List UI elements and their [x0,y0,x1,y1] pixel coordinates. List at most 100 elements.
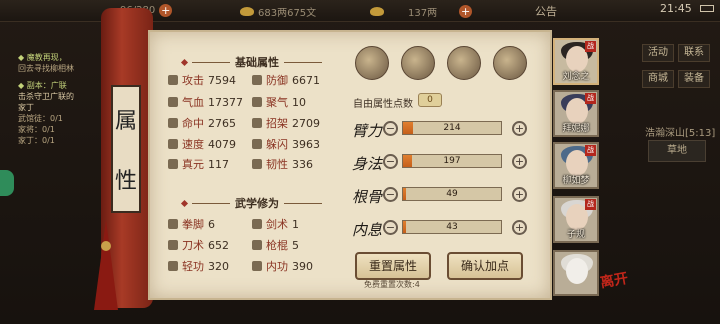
stat-row: 速度 4079 [168,136,236,152]
portrait-card[interactable]: 战 拜妮娜 [553,90,599,137]
decrease-button[interactable]: − [383,220,398,235]
true-yuan-icon [168,159,178,169]
confirm-points-button[interactable]: 确认加点 [447,252,523,280]
increase-button[interactable]: + [512,121,527,136]
body-skill-icon[interactable] [493,46,527,80]
stat-row: 聚气 10 [252,94,306,110]
battle-tag: 战 [585,145,596,156]
basic-attributes-title: 基础属性 [180,54,322,70]
map-button[interactable]: 草地 [648,140,706,162]
divider [284,202,322,204]
stat-row: 命中 2765 [168,115,236,131]
gold-icon [370,7,384,16]
ornament-icon [180,58,189,66]
add-stamina-button[interactable]: + [159,4,173,17]
stat-row: 轻功 320 [168,258,229,274]
stat-row: 防御 6671 [252,72,320,88]
yinyang-skill-icon[interactable] [447,46,481,80]
stat-row: 攻击 7594 [168,72,236,88]
stat-name: 内功 [266,260,288,273]
stat-value: 17377 [208,95,243,109]
reset-attributes-button[interactable]: 重置属性 [355,252,431,280]
activity-button[interactable]: 活动 [642,44,674,62]
resource-gold: 137两 + [370,4,473,19]
battle-tag: 战 [585,41,596,52]
attr-bar: 49 [402,187,502,201]
spear-icon [252,240,262,250]
decrease-button[interactable]: − [383,121,398,136]
scroll-skill-icon[interactable] [401,46,435,80]
stat-row: 拳脚 6 [168,216,215,232]
portrait-card[interactable] [553,250,599,296]
side-expand-tab[interactable] [0,170,14,196]
resource-money: 683两675文 [240,4,316,19]
contact-button[interactable]: 联系 [678,44,710,62]
blade-icon [168,240,178,250]
battle-tag: 战 [585,199,596,210]
shop-button[interactable]: 商城 [642,70,674,88]
divider [192,61,230,63]
divider [284,61,322,63]
decrease-button[interactable]: − [383,187,398,202]
stat-name: 躲闪 [266,138,288,151]
portrait-card[interactable]: 战 柳如梦 [553,142,599,189]
defense-icon [252,75,262,85]
fist-icon [168,219,178,229]
section-title-text: 基础属性 [235,56,279,69]
stat-name: 气血 [182,96,204,109]
attack-icon [168,75,178,85]
stat-name: 聚气 [266,96,288,109]
character-skill-icon[interactable] [355,46,389,80]
stat-name: 韧性 [266,158,288,171]
battery-icon [700,5,714,12]
stat-row: 刀术 652 [168,237,229,253]
stat-name: 真元 [182,158,204,171]
stat-name: 攻击 [182,74,204,87]
battle-tag: 战 [585,93,596,104]
portrait-card[interactable]: 战 子规 [553,196,599,243]
attr-value: 197 [443,156,461,166]
speed-icon [168,139,178,149]
attr-bar: 197 [402,154,502,168]
stat-name: 拳脚 [182,218,204,231]
stat-value: 2765 [208,116,236,130]
parry-icon [252,118,262,128]
portrait-name: 柳如梦 [562,176,590,186]
stat-value: 336 [292,157,313,171]
stat-name: 命中 [182,117,204,130]
attr-value: 43 [446,222,458,232]
qi-icon [252,97,262,107]
resource-gold-value: 137两 [408,8,438,19]
equipment-button[interactable]: 装备 [678,70,710,88]
increase-button[interactable]: + [512,220,527,235]
portrait-card[interactable]: 战 刘念之 [553,38,599,85]
stat-name: 枪棍 [266,239,288,252]
increase-button[interactable]: + [512,187,527,202]
scroll-title: 属 性 [111,85,141,213]
stat-value: 6671 [292,73,320,87]
increase-button[interactable]: + [512,154,527,169]
stat-value: 1 [292,217,299,231]
location-label: 浩瀚深山[5:13] [645,128,716,139]
dodge-icon [252,139,262,149]
tassel-icon [94,220,118,310]
lightness-icon [168,261,178,271]
portrait-name: 子规 [566,230,585,240]
martial-attributes-title: 武学修为 [180,195,322,211]
stat-name: 防御 [266,74,288,87]
attr-label: 臂力 [352,122,383,140]
stat-value: 3963 [292,137,320,151]
portrait-name: 刘念之 [562,72,590,82]
decrease-button[interactable]: − [383,154,398,169]
stat-value: 4079 [208,137,236,151]
free-reset-count: 免费重置次数:4 [364,280,420,289]
stat-row: 内功 390 [252,258,313,274]
inner-power-icon [252,261,262,271]
stat-value: 2709 [292,116,320,130]
attr-label: 内息 [352,221,383,239]
add-gold-button[interactable]: + [459,5,473,18]
announcement-tab[interactable]: 公告 [535,3,557,19]
stat-value: 5 [292,238,299,252]
attr-label: 身法 [352,155,383,173]
attr-bar: 43 [402,220,502,234]
